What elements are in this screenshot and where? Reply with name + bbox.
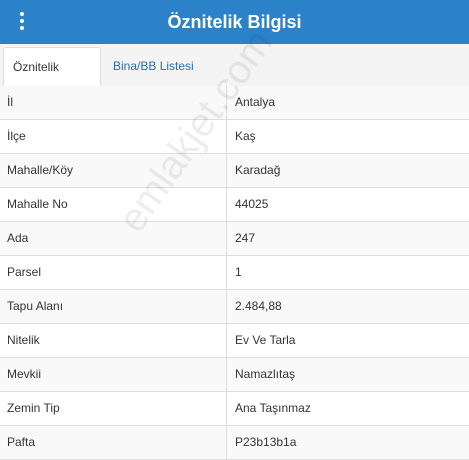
- page-title: Öznitelik Bilgisi: [167, 11, 302, 32]
- menu-dot: [20, 19, 24, 23]
- table-row: İl Antalya: [0, 86, 469, 120]
- row-value: Kaş: [235, 129, 256, 143]
- table-row: Mevkii Namazlıtaş: [0, 358, 469, 392]
- row-key: Pafta: [0, 426, 227, 459]
- table-row: İlçe Kaş: [0, 120, 469, 154]
- table-row: Mahalle/Köy Karadağ: [0, 154, 469, 188]
- row-key: Parsel: [0, 256, 227, 289]
- row-value: 1: [235, 265, 242, 279]
- table-row: Pafta P23b13b1a: [0, 426, 469, 460]
- row-key: İlçe: [0, 120, 227, 153]
- row-value: 247: [235, 231, 256, 245]
- row-key: Mevkii: [0, 358, 227, 391]
- tab-building-list[interactable]: Bina/BB Listesi: [104, 47, 203, 86]
- table-row: Parsel 1: [0, 256, 469, 290]
- row-value: 2.484,88: [235, 299, 282, 313]
- row-key: Mahalle/Köy: [0, 154, 227, 187]
- row-value: Ana Taşınmaz: [235, 401, 311, 415]
- attribute-table: İl Antalya İlçe Kaş Mahalle/Köy Karadağ …: [0, 86, 469, 460]
- table-row: Ada 247: [0, 222, 469, 256]
- row-value: Ev Ve Tarla: [235, 333, 296, 347]
- table-row: Mahalle No 44025: [0, 188, 469, 222]
- table-row: Zemin Tip Ana Taşınmaz: [0, 392, 469, 426]
- row-value: P23b13b1a: [235, 435, 297, 449]
- table-row: Tapu Alanı 2.484,88: [0, 290, 469, 324]
- menu-dot: [20, 12, 24, 16]
- row-key: Zemin Tip: [0, 392, 227, 425]
- app-header: Öznitelik Bilgisi: [0, 0, 469, 44]
- row-key: Ada: [0, 222, 227, 255]
- row-value: Karadağ: [235, 163, 281, 177]
- tab-bar: Öznitelik Bilgisi Bina/BB Listesi: [0, 44, 469, 113]
- row-key: İl: [0, 86, 227, 119]
- menu-dots-icon[interactable]: [14, 8, 30, 34]
- row-key: Tapu Alanı: [0, 290, 227, 323]
- row-key: Nitelik: [0, 324, 227, 357]
- table-row: Nitelik Ev Ve Tarla: [0, 324, 469, 358]
- row-value: 44025: [235, 197, 269, 211]
- row-value: Namazlıtaş: [235, 367, 296, 381]
- row-value: Antalya: [235, 95, 276, 109]
- menu-dot: [20, 26, 24, 30]
- row-key: Mahalle No: [0, 188, 227, 221]
- tab-attribute-info[interactable]: Öznitelik Bilgisi: [3, 47, 101, 113]
